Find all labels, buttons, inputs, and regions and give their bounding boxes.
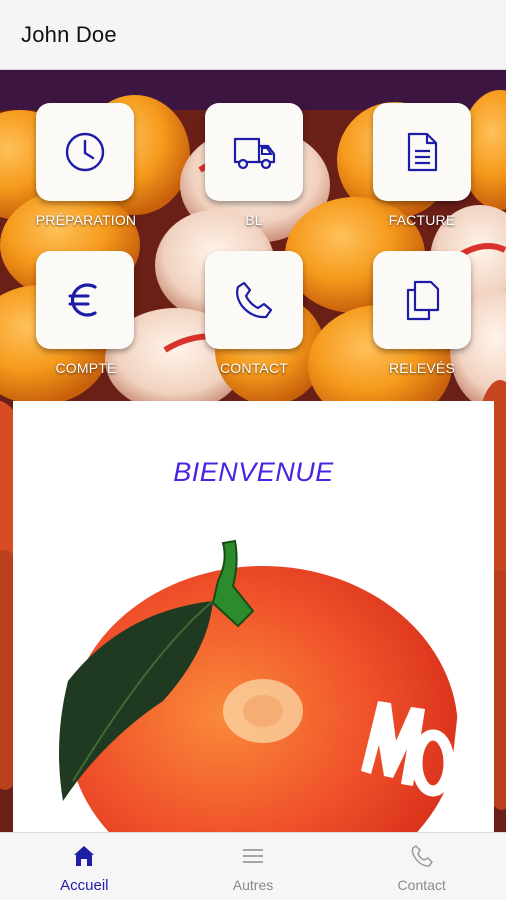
- copy-icon: [406, 280, 440, 321]
- tile-bl[interactable]: [205, 103, 303, 201]
- tile-label-bl: BL: [245, 212, 263, 228]
- phone-icon: [411, 845, 433, 867]
- tile-contact[interactable]: [205, 251, 303, 349]
- tile-releves[interactable]: [373, 251, 471, 349]
- app-bar-title: John Doe: [21, 21, 117, 47]
- tile-compte[interactable]: [36, 251, 134, 349]
- nav-item-accueil[interactable]: Accueil: [0, 833, 169, 900]
- tile-facture[interactable]: [373, 103, 471, 201]
- nav-label-accueil: Accueil: [60, 877, 109, 894]
- orange-illustration: [59, 539, 469, 832]
- nav-label-contact: Contact: [397, 877, 446, 893]
- home-icon: [74, 846, 95, 866]
- menu-icon: [243, 849, 263, 863]
- tile-label-releves: RELEVÉS: [389, 360, 455, 376]
- nav-item-contact[interactable]: Contact: [337, 833, 506, 900]
- tile-label-contact: CONTACT: [219, 360, 289, 376]
- welcome-card: BIENVENUE: [13, 401, 494, 832]
- tile-label-preparation: PRÉPARATION: [35, 212, 137, 228]
- euro-icon: [68, 283, 97, 317]
- tile-preparation[interactable]: [36, 103, 134, 201]
- clock-icon: [65, 132, 105, 172]
- truck-icon: [233, 137, 276, 170]
- tile-label-compte: COMPTE: [55, 360, 117, 376]
- app-bar: John Doe: [0, 0, 506, 70]
- nav-label-autres: Autres: [232, 877, 274, 893]
- tile-label-facture: FACTURE: [388, 212, 456, 228]
- bottom-navigation: Accueil Autres Contact: [0, 832, 506, 900]
- welcome-title: BIENVENUE: [173, 457, 334, 487]
- document-icon: [407, 132, 438, 172]
- phone-icon: [236, 281, 273, 319]
- nav-item-autres[interactable]: Autres: [169, 833, 338, 900]
